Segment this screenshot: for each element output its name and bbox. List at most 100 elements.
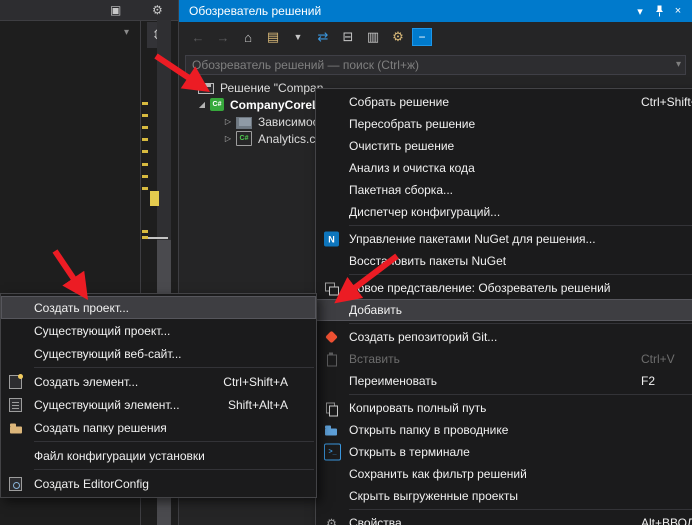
change-mark bbox=[142, 175, 148, 178]
back-icon[interactable]: ← bbox=[187, 27, 209, 47]
menu-item-existing-project[interactable]: Существующий проект... bbox=[1, 319, 316, 342]
new-folder-icon bbox=[9, 420, 24, 435]
menu-item-label: Пересобрать решение bbox=[349, 117, 475, 131]
menu-separator bbox=[349, 225, 692, 226]
chevron-down-icon[interactable]: ▾ bbox=[632, 3, 648, 19]
menu-item-rename[interactable]: Переименовать F2 bbox=[316, 370, 692, 392]
menu-item-hide-unloaded-projects[interactable]: Скрыть выгруженные проекты bbox=[316, 485, 692, 507]
visual-studio-window: ▣ ⚙ ▾ ⇕ Обозреватель решений ▾ × ← bbox=[0, 0, 692, 525]
filter-dropdown-icon[interactable]: ▼ bbox=[287, 27, 309, 47]
scrollbar-track[interactable] bbox=[157, 20, 171, 240]
menu-item-properties[interactable]: ⚙ Свойства Alt+ВВОД bbox=[316, 512, 692, 525]
menu-item-build-solution[interactable]: Собрать решение Ctrl+Shift+B bbox=[316, 91, 692, 113]
menu-item-save-as-solution-filter[interactable]: Сохранить как фильтр решений bbox=[316, 463, 692, 485]
menu-item-label: Вставить bbox=[349, 352, 400, 366]
solution-explorer-toolbar: ← → ⌂ ▤ ▼ ⇄ ⊟ ▥ ⚙ − bbox=[179, 22, 692, 52]
change-mark bbox=[142, 187, 148, 190]
chevron-collapsed-icon[interactable]: ▷ bbox=[222, 117, 234, 126]
existing-item-icon bbox=[9, 398, 22, 412]
new-item-icon bbox=[9, 375, 22, 389]
menu-item-label: Управление пакетами NuGet для решения... bbox=[349, 232, 596, 246]
chevron-down-icon[interactable]: ▾ bbox=[124, 27, 129, 38]
properties-icon[interactable]: ⚙ bbox=[387, 27, 409, 47]
chevron-collapsed-icon[interactable]: ▷ bbox=[222, 134, 234, 143]
menu-item-new-item[interactable]: Создать элемент... Ctrl+Shift+A bbox=[1, 370, 316, 393]
menu-item-label: Очистить решение bbox=[349, 139, 454, 153]
menu-item-open-folder-in-explorer[interactable]: Открыть папку в проводнике bbox=[316, 419, 692, 441]
menu-item-label: Свойства bbox=[349, 516, 402, 525]
menu-item-new-editorconfig[interactable]: Создать EditorConfig bbox=[1, 472, 316, 495]
menu-item-paste[interactable]: Вставить Ctrl+V bbox=[316, 348, 692, 370]
change-mark bbox=[142, 150, 148, 153]
menu-item-label: Открыть папку в проводнике bbox=[349, 423, 508, 437]
home-icon[interactable]: ⌂ bbox=[237, 27, 259, 47]
sync-with-active-document-icon[interactable]: ⇄ bbox=[312, 27, 334, 47]
editorconfig-icon bbox=[9, 477, 22, 491]
menu-item-installer-configuration-file[interactable]: Файл конфигурации установки bbox=[1, 444, 316, 467]
menu-item-manage-nuget-packages[interactable]: N Управление пакетами NuGet для решения.… bbox=[316, 228, 692, 250]
menu-item-label: Открыть в терминале bbox=[349, 445, 470, 459]
menu-item-shortcut: Ctrl+V bbox=[641, 352, 675, 366]
change-mark bbox=[142, 230, 148, 233]
menu-item-batch-build[interactable]: Пакетная сборка... bbox=[316, 179, 692, 201]
add-submenu: Создать проект... Существующий проект...… bbox=[0, 293, 317, 498]
menu-item-label: Новое представление: Обозреватель решени… bbox=[349, 281, 610, 295]
csharp-project-icon: C# bbox=[210, 98, 224, 111]
menu-item-label: Диспетчер конфигураций... bbox=[349, 205, 500, 219]
menu-item-shortcut: Ctrl+Shift+A bbox=[223, 375, 288, 389]
menu-separator bbox=[349, 394, 692, 395]
menu-item-clean-solution[interactable]: Очистить решение bbox=[316, 135, 692, 157]
solution-icon bbox=[198, 83, 214, 94]
menu-item-shortcut: F2 bbox=[641, 374, 655, 388]
menu-item-rebuild-solution[interactable]: Пересобрать решение bbox=[316, 113, 692, 135]
menu-item-open-in-terminal[interactable]: >_ Открыть в терминале bbox=[316, 441, 692, 463]
preview-selected-items-icon[interactable]: − bbox=[412, 28, 432, 46]
search-input[interactable] bbox=[185, 55, 686, 75]
menu-item-label: Существующий проект... bbox=[34, 324, 170, 338]
change-mark bbox=[142, 138, 148, 141]
copy-icon bbox=[324, 401, 339, 416]
menu-item-new-solution-explorer-view[interactable]: Новое представление: Обозреватель решени… bbox=[316, 277, 692, 299]
panel-title: Обозреватель решений bbox=[189, 4, 321, 18]
menu-separator bbox=[349, 274, 692, 275]
menu-item-label: Собрать решение bbox=[349, 95, 449, 109]
search-box: ▾ bbox=[185, 55, 686, 75]
menu-item-copy-full-path[interactable]: Копировать полный путь bbox=[316, 397, 692, 419]
chevron-down-icon[interactable]: ▾ bbox=[676, 59, 681, 70]
menu-separator bbox=[349, 323, 692, 324]
wrench-icon: ⚙ bbox=[324, 516, 339, 525]
menu-item-existing-web-site[interactable]: Существующий веб-сайт... bbox=[1, 342, 316, 365]
menu-item-label: Существующий веб-сайт... bbox=[34, 347, 182, 361]
menu-item-label: Создать репозиторий Git... bbox=[349, 330, 497, 344]
menu-separator bbox=[34, 367, 314, 368]
tree-item-label: Analytics.cs bbox=[258, 132, 321, 146]
collapse-all-icon[interactable]: ⊟ bbox=[337, 27, 359, 47]
menu-item-add[interactable]: Добавить bbox=[316, 299, 692, 321]
chevron-expanded-icon[interactable]: ◢ bbox=[196, 100, 208, 109]
menu-item-existing-item[interactable]: Существующий элемент... Shift+Alt+A bbox=[1, 393, 316, 416]
solution-explorer-header[interactable]: Обозреватель решений ▾ × bbox=[179, 0, 692, 22]
menu-item-label: Восстановить пакеты NuGet bbox=[349, 254, 506, 268]
pin-icon[interactable] bbox=[651, 3, 667, 19]
menu-item-label: Пакетная сборка... bbox=[349, 183, 453, 197]
close-icon[interactable]: × bbox=[670, 3, 686, 19]
change-mark bbox=[142, 114, 148, 117]
menu-item-shortcut: Alt+ВВОД bbox=[641, 516, 692, 525]
gear-icon[interactable]: ⚙ bbox=[152, 2, 163, 18]
forward-icon[interactable]: → bbox=[212, 27, 234, 47]
menu-item-configuration-manager[interactable]: Диспетчер конфигураций... bbox=[316, 201, 692, 223]
folder-icon bbox=[324, 423, 339, 438]
menu-item-shortcut: Ctrl+Shift+B bbox=[641, 95, 692, 109]
menu-item-analyze-and-code-cleanup[interactable]: Анализ и очистка кода bbox=[316, 157, 692, 179]
menu-item-label: Скрыть выгруженные проекты bbox=[349, 489, 518, 503]
menu-item-new-solution-folder[interactable]: Создать папку решения bbox=[1, 416, 316, 439]
menu-item-new-project[interactable]: Создать проект... bbox=[1, 296, 316, 319]
pending-changes-filter-icon[interactable]: ▤ bbox=[262, 27, 284, 47]
scrollbar-position-line bbox=[146, 237, 168, 239]
menu-item-label: Добавить bbox=[349, 303, 402, 317]
show-all-files-icon[interactable]: ▥ bbox=[362, 27, 384, 47]
paste-icon bbox=[324, 352, 339, 367]
properties-window-icon[interactable]: ▣ bbox=[110, 2, 121, 18]
menu-item-restore-nuget-packages[interactable]: Восстановить пакеты NuGet bbox=[316, 250, 692, 272]
menu-item-create-git-repository[interactable]: Создать репозиторий Git... bbox=[316, 326, 692, 348]
